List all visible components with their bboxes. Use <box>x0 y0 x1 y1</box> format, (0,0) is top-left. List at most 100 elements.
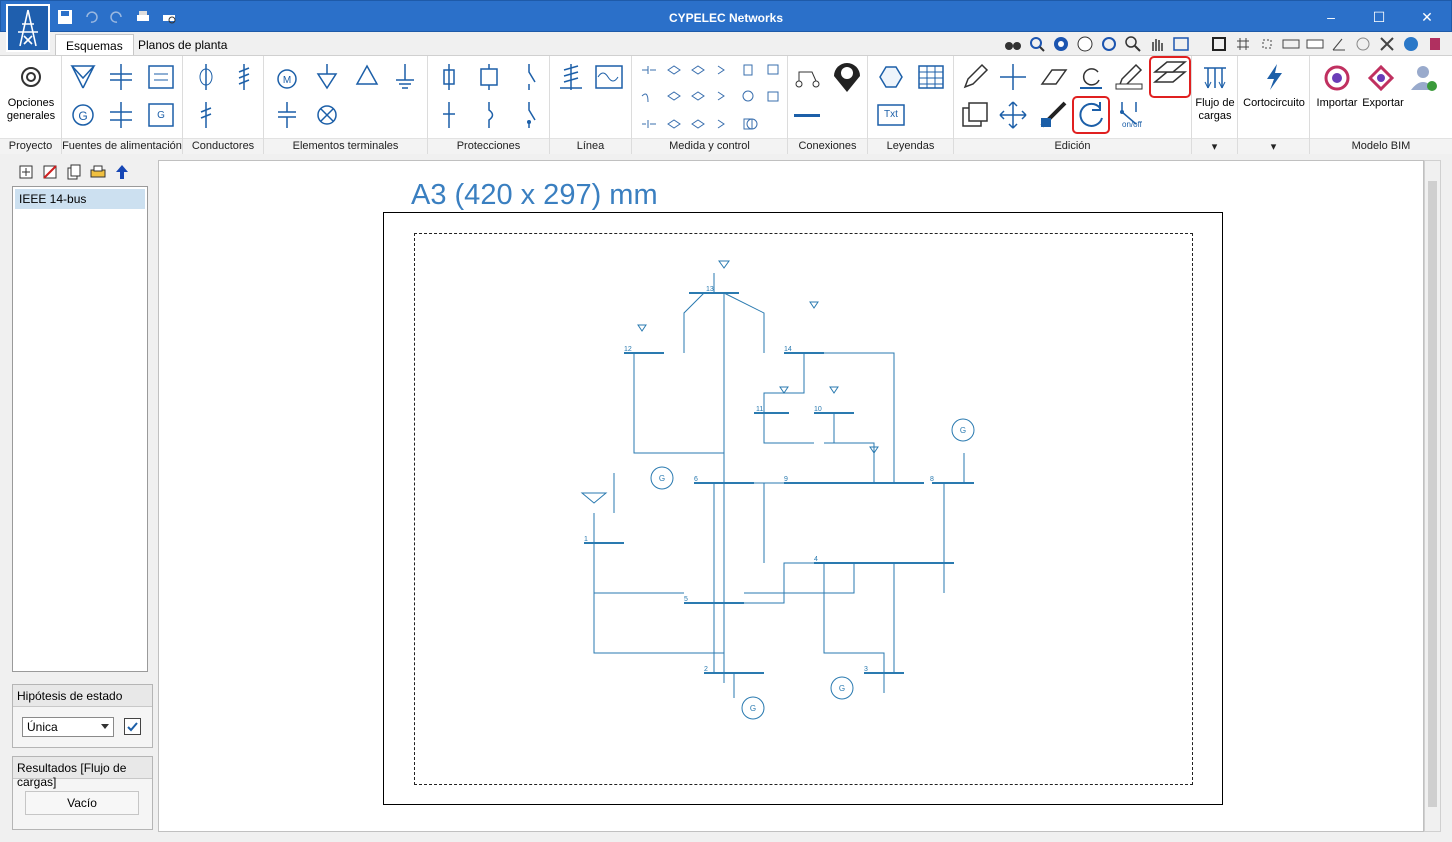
window-view-icon[interactable] <box>1172 35 1190 53</box>
refresh-view-icon[interactable] <box>1100 35 1118 53</box>
waveform-icon[interactable] <box>594 62 624 92</box>
zoom-all-icon[interactable] <box>1052 35 1070 53</box>
hipotesis-select[interactable]: Única <box>22 717 114 737</box>
overhead-line-icon[interactable] <box>556 62 586 92</box>
breaker-box-icon[interactable] <box>474 62 504 92</box>
disconnector-icon[interactable] <box>434 100 464 130</box>
panel-source-icon[interactable] <box>146 62 176 92</box>
vacio-button[interactable]: Vacío <box>25 791 139 815</box>
lightning-icon[interactable] <box>1259 62 1289 92</box>
chevron-down-icon[interactable]: ▾ <box>1192 138 1237 154</box>
battery-source-icon[interactable]: G <box>146 100 176 130</box>
bim-export-icon[interactable] <box>1366 62 1396 92</box>
load-flow-icon[interactable] <box>1200 62 1230 92</box>
pan-hand-icon[interactable] <box>1148 35 1166 53</box>
importar-button[interactable]: Importar <box>1314 97 1360 110</box>
hexagon-icon[interactable] <box>876 62 906 92</box>
pin-marker-icon[interactable] <box>830 60 864 94</box>
hipotesis-checkbox[interactable] <box>124 718 141 735</box>
exportar-button[interactable]: Exportar <box>1360 97 1406 110</box>
keyboard-icon[interactable] <box>1282 35 1300 53</box>
motor-icon[interactable]: M <box>272 62 302 92</box>
switch-icon[interactable] <box>514 62 544 92</box>
edit-properties-icon[interactable] <box>1114 62 1144 92</box>
title-bar: CYPELEC Networks – ☐ ✕ <box>0 0 1452 32</box>
svg-text:10: 10 <box>814 406 822 413</box>
opciones-generales-button[interactable]: Opciones generales <box>2 97 60 123</box>
bim-import-icon[interactable] <box>1322 62 1352 92</box>
svg-text:5: 5 <box>684 596 688 603</box>
rotate-view-icon[interactable] <box>1354 35 1372 53</box>
ribbon: Opciones generales Proyecto G G Fuentes … <box>0 55 1452 154</box>
generator-icon[interactable]: G <box>68 100 98 130</box>
brush-icon[interactable] <box>1038 100 1068 130</box>
angle-icon[interactable] <box>1330 35 1348 53</box>
move-up-arrow-icon[interactable] <box>114 164 130 180</box>
transformer-icon[interactable] <box>106 62 136 92</box>
hipotesis-title: Hipótesis de estado <box>13 685 152 707</box>
lamp-icon[interactable] <box>312 100 342 130</box>
tree-toolbar <box>8 160 155 186</box>
globe-icon[interactable] <box>1402 35 1420 53</box>
maximize-button[interactable]: ☐ <box>1355 1 1403 33</box>
group-label-leyendas: Leyendas <box>868 138 953 154</box>
capacitor-icon[interactable] <box>272 100 302 130</box>
ground-icon[interactable] <box>390 62 420 92</box>
wire-segment-icon[interactable] <box>792 100 822 130</box>
tab-esquemas[interactable]: Esquemas <box>55 34 134 56</box>
scrollbar-thumb[interactable] <box>1428 181 1437 807</box>
busbar-icon[interactable] <box>229 62 259 92</box>
recycle-icon[interactable] <box>352 62 382 92</box>
binoculars-icon[interactable] <box>1004 35 1022 53</box>
tab-planos-de-planta[interactable]: Planos de planta <box>128 34 237 56</box>
snap-icon[interactable] <box>1258 35 1276 53</box>
zoom-x2-icon[interactable] <box>1076 35 1094 53</box>
cortocircuito-button[interactable]: Cortocircuito <box>1238 97 1310 110</box>
user-avatar-icon[interactable] <box>1408 62 1438 92</box>
chevron-down-icon[interactable]: ▾ <box>1238 138 1309 154</box>
close-button[interactable]: ✕ <box>1403 1 1451 33</box>
single-line-diagram[interactable]: 13 12 14 11 10 6 9 8 1 4 5 2 3 G G G G <box>384 213 1224 806</box>
grid-source-icon[interactable] <box>68 62 98 92</box>
zoom-window-icon[interactable] <box>1028 35 1046 53</box>
grid-icon[interactable] <box>1234 35 1252 53</box>
square-icon[interactable] <box>1210 35 1228 53</box>
fuse-icon[interactable] <box>434 62 464 92</box>
book-icon[interactable] <box>1426 35 1444 53</box>
switch-fuse-icon[interactable] <box>514 100 544 130</box>
group-cortocircuito: Cortocircuito ▾ <box>1238 56 1310 154</box>
contactor-icon[interactable] <box>474 100 504 130</box>
move-arrows-icon[interactable] <box>998 100 1028 130</box>
svg-text:G: G <box>960 426 966 435</box>
line-conductor-icon[interactable] <box>191 100 221 130</box>
cable-icon[interactable] <box>191 62 221 92</box>
add-icon[interactable] <box>18 164 34 180</box>
tree-item-ieee-14-bus[interactable]: IEEE 14-bus <box>15 189 145 209</box>
settings-gear-icon[interactable] <box>16 62 46 92</box>
drawing-canvas[interactable]: A3 (420 x 297) mm 13 12 14 11 10 6 9 8 1… <box>158 160 1424 832</box>
pencil-edit-icon[interactable] <box>960 62 990 92</box>
eraser-icon[interactable] <box>1038 62 1068 92</box>
zoom-icon[interactable] <box>1124 35 1142 53</box>
transformer-3w-icon[interactable] <box>106 100 136 130</box>
text-legend-icon[interactable]: Txt <box>876 100 906 130</box>
rotate-element-icon[interactable] <box>1076 62 1106 92</box>
group-label-protecciones: Protecciones <box>428 138 549 154</box>
copy-icon[interactable] <box>960 100 990 130</box>
scale-icon[interactable] <box>1306 35 1324 53</box>
flujo-de-cargas-button[interactable]: Flujo de cargas <box>1192 97 1238 123</box>
move-node-icon[interactable] <box>998 62 1028 92</box>
rotate-icon[interactable] <box>1072 96 1110 134</box>
table-icon[interactable] <box>916 62 946 92</box>
vertical-scrollbar[interactable] <box>1424 160 1441 832</box>
tools-icon[interactable] <box>1378 35 1396 53</box>
svg-text:G: G <box>750 704 756 713</box>
delete-icon[interactable] <box>42 164 58 180</box>
print-doc-icon[interactable] <box>90 164 106 180</box>
minimize-button[interactable]: – <box>1307 1 1355 33</box>
connection-node-icon[interactable] <box>792 62 822 92</box>
a3-sheet: 13 12 14 11 10 6 9 8 1 4 5 2 3 G G G G <box>383 212 1223 805</box>
copy-doc-icon[interactable] <box>66 164 82 180</box>
load-icon[interactable] <box>312 62 342 92</box>
layer-plane-icon[interactable] <box>1149 56 1191 98</box>
